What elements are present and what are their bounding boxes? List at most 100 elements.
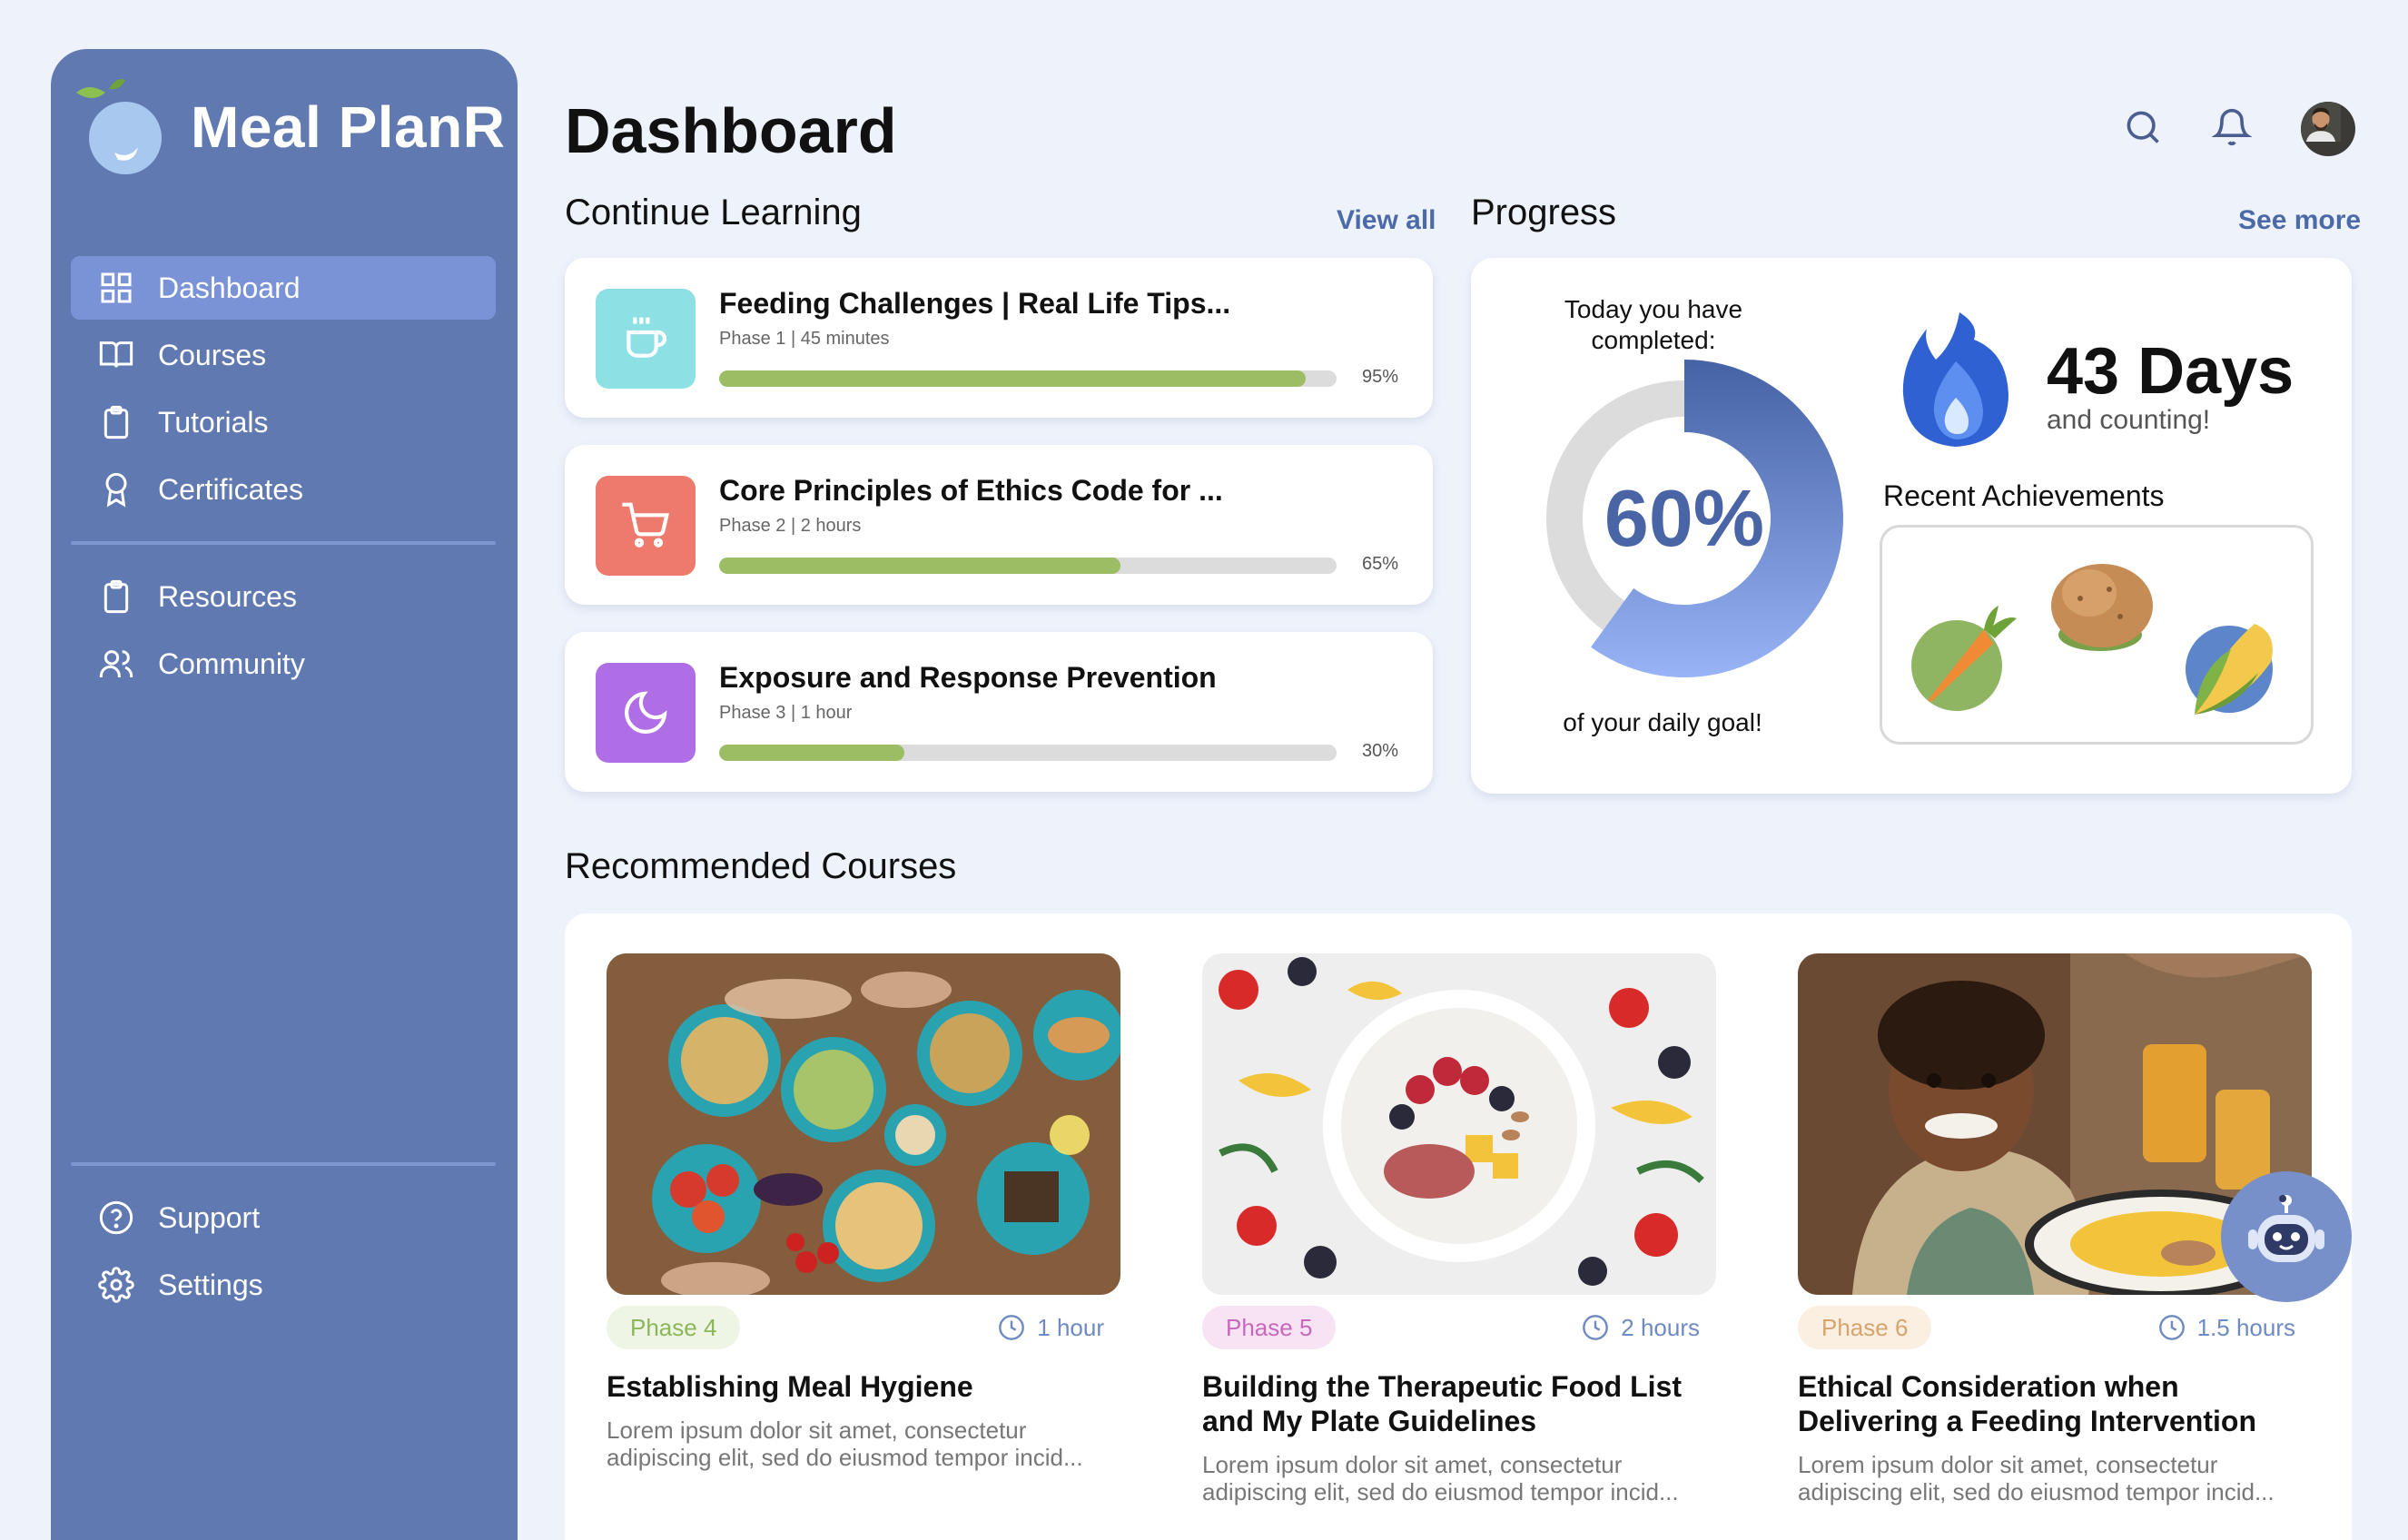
sidebar-item-settings[interactable]: Settings [71,1253,496,1317]
grid-icon [98,270,134,306]
progress-card: Today you have completed: 60% of your da… [1471,258,2352,794]
progress-title: Progress [1471,192,1617,232]
recommended-title: Recommended Courses [565,846,957,886]
course-title: Feeding Challenges | Real Life Tips... [719,287,1231,320]
phase-badge: Phase 4 [607,1306,741,1349]
see-more-link[interactable]: See more [2238,205,2361,236]
book-icon [98,337,134,373]
duration: 2 hours [1581,1313,1700,1342]
sidebar-item-courses[interactable]: Courses [71,323,496,387]
course-description: Lorem ipsum dolor sit amet, consectetur … [1798,1451,2275,1505]
nav-divider [71,1162,496,1166]
carrot-icon[interactable] [1906,598,2024,716]
course-title: Exposure and Response Prevention [719,661,1217,694]
course-title: Building the Therapeutic Food List and M… [1202,1370,1682,1437]
progress-fill [719,745,904,761]
progress-bar [719,558,1337,574]
nav-divider [71,541,496,545]
course-description: Lorem ipsum dolor sit amet, consectetur … [1202,1451,1679,1505]
header-actions [2123,102,2355,156]
course-meta: Phase 2 | 2 hours [719,516,862,536]
sidebar-item-certificates[interactable]: Certificates [71,458,496,521]
chatbot-button[interactable] [2221,1171,2352,1302]
duration-label: 1.5 hours [2196,1313,2295,1341]
course-card[interactable]: Exposure and Response Prevention Phase 3… [565,632,1433,792]
sidebar-item-resources[interactable]: Resources [71,565,496,628]
streak-days: 43 Days [2047,335,2295,408]
continue-learning-title: Continue Learning [565,192,862,232]
sidebar-item-label: Support [158,1200,261,1234]
sidebar-item-label: Courses [158,338,267,371]
clipboard-icon [98,404,134,440]
clock-icon [2158,1315,2185,1340]
sidebar-item-label: Community [158,647,305,680]
page-title: Dashboard [565,95,897,166]
progress-fill [719,370,1306,387]
duration-label: 2 hours [1621,1313,1700,1341]
course-description: Lorem ipsum dolor sit amet, consectetur … [607,1417,1083,1471]
logo-icon [69,73,178,182]
course-card[interactable]: Core Principles of Ethics Code for ... P… [565,445,1433,605]
duration: 1.5 hours [2157,1313,2295,1342]
app-name: Meal PlanR [191,94,506,160]
cart-icon [596,476,696,576]
sidebar-item-label: Tutorials [158,405,269,439]
moon-icon [596,663,696,763]
course-image-table-meal [607,953,1120,1295]
clipboard-icon [98,578,134,615]
award-icon [98,471,134,508]
recommended-panel: Phase 4 1 hour Establishing Meal Hygiene… [565,913,2352,1540]
sidebar-item-label: Settings [158,1268,263,1301]
course-card[interactable]: Feeding Challenges | Real Life Tips... P… [565,258,1433,418]
help-icon [98,1199,134,1236]
progress-percent: 30% [1362,741,1399,761]
recommended-course-card[interactable]: Phase 5 2 hours Building the Therapeutic… [1202,953,1716,1505]
search-icon[interactable] [2123,107,2163,152]
streak-subtext: and counting! [2047,405,2211,435]
robot-icon [2248,1195,2324,1262]
sidebar-item-label: Certificates [158,472,304,506]
achievements-title: Recent Achievements [1883,479,2165,512]
progress-fill [719,558,1120,574]
corn-icon[interactable] [2176,606,2285,724]
sidebar: Meal PlanR Dashboard Courses Tutorials C… [51,49,518,1540]
course-image-fruit-bowl [1202,953,1716,1295]
course-meta-row: Phase 4 1 hour [607,1295,1120,1358]
progress-percent: 95% [1362,367,1399,387]
duration: 1 hour [997,1313,1104,1342]
avatar[interactable] [2301,102,2355,156]
phase-badge: Phase 6 [1798,1306,1932,1349]
course-title: Establishing Meal Hygiene [607,1370,973,1403]
progress-bar [719,745,1337,761]
sidebar-item-label: Resources [158,579,297,613]
achievements-box [1880,525,2314,745]
progress-percent: 65% [1362,554,1399,574]
clock-icon [1583,1315,1609,1340]
course-title: Ethical Consideration when Delivering a … [1798,1370,2256,1437]
potato-icon[interactable] [2044,553,2162,662]
daily-goal-text: of your daily goal! [1563,708,1762,736]
course-title: Core Principles of Ethics Code for ... [719,474,1223,507]
sidebar-item-tutorials[interactable]: Tutorials [71,390,496,454]
sidebar-item-support[interactable]: Support [71,1186,496,1249]
percent-label: 60% [1604,473,1765,563]
bell-icon[interactable] [2211,107,2253,152]
sidebar-item-dashboard[interactable]: Dashboard [71,256,496,320]
gear-icon [98,1267,134,1303]
cup-icon [596,289,696,389]
course-meta: Phase 3 | 1 hour [719,703,853,723]
duration-label: 1 hour [1037,1313,1104,1341]
sidebar-item-community[interactable]: Community [71,632,496,696]
nav-bottom: Support Settings [71,1162,496,1320]
progress-bar [719,370,1337,387]
brand[interactable]: Meal PlanR [69,73,505,182]
view-all-link[interactable]: View all [1337,205,1436,236]
recommended-course-card[interactable]: Phase 4 1 hour Establishing Meal Hygiene… [607,953,1120,1471]
course-meta: Phase 1 | 45 minutes [719,329,890,349]
today-completed-text: Today you have completed: [1564,295,1743,354]
course-meta-row: Phase 6 1.5 hours [1798,1295,2312,1358]
users-icon [98,646,134,682]
phase-badge: Phase 5 [1202,1306,1337,1349]
course-meta-row: Phase 5 2 hours [1202,1295,1716,1358]
sidebar-item-label: Dashboard [158,271,301,304]
